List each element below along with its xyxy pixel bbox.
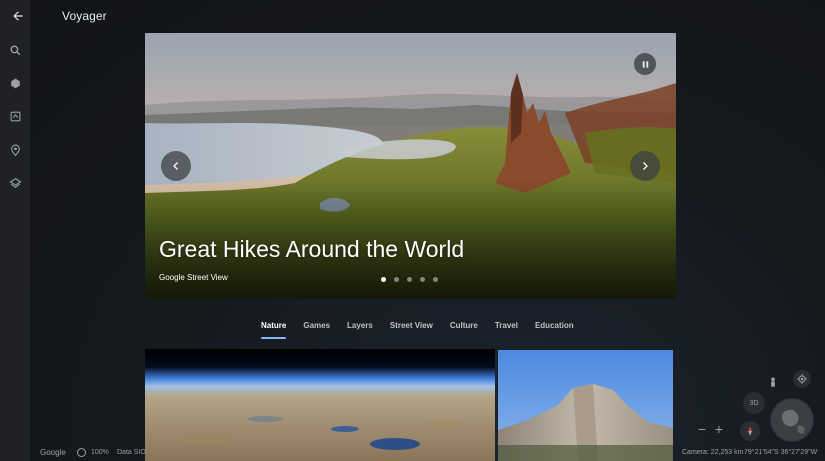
- search-icon[interactable]: [5, 40, 25, 60]
- category-tabs: Nature Games Layers Street View Culture Trave…: [255, 321, 585, 339]
- hero-subtitle: Google Street View: [159, 273, 228, 282]
- card-image: [498, 350, 673, 461]
- tab-street-view[interactable]: Street View: [384, 321, 439, 339]
- zoom-out-button[interactable]: −: [694, 421, 710, 437]
- carousel-dot[interactable]: [381, 277, 386, 282]
- card-earth-from-space[interactable]: [145, 349, 495, 461]
- tab-layers[interactable]: Layers: [341, 321, 379, 339]
- next-slide-button[interactable]: [630, 151, 660, 181]
- tab-culture[interactable]: Culture: [444, 321, 484, 339]
- data-attribution[interactable]: Data SIO: [117, 449, 146, 456]
- carousel-dot[interactable]: [394, 277, 399, 282]
- hero-title: Great Hikes Around the World: [159, 236, 465, 262]
- left-rail: [0, 0, 30, 461]
- camera-altitude: Camera: 22,253 km: [682, 449, 744, 456]
- previous-slide-button[interactable]: [161, 151, 191, 181]
- pause-icon[interactable]: [634, 53, 656, 75]
- load-percent: 100%: [91, 449, 109, 456]
- chevron-left-icon: [173, 162, 178, 170]
- carousel-dot[interactable]: [433, 277, 438, 282]
- tab-nature[interactable]: Nature: [255, 321, 292, 339]
- page-title: Voyager: [62, 9, 107, 23]
- zoom-in-button[interactable]: +: [711, 421, 727, 437]
- back-arrow-icon[interactable]: [8, 6, 28, 26]
- dice-icon[interactable]: [5, 73, 25, 93]
- tab-education[interactable]: Education: [529, 321, 580, 339]
- carousel-dot[interactable]: [420, 277, 425, 282]
- tab-travel[interactable]: Travel: [489, 321, 524, 339]
- header: Voyager: [0, 0, 825, 33]
- earth-app: Voyager Great Hikes Around the World Goo…: [0, 0, 825, 461]
- carousel-dot[interactable]: [407, 277, 412, 282]
- pegman-icon[interactable]: [765, 373, 781, 391]
- place-icon[interactable]: [5, 140, 25, 160]
- card-image: [145, 349, 495, 461]
- google-logo: Google: [40, 448, 66, 457]
- coordinates: 79°21'54"S 36°27'29"W: [744, 449, 818, 456]
- layers-icon[interactable]: [5, 173, 25, 193]
- card-el-capitan[interactable]: [498, 350, 673, 461]
- my-location-icon[interactable]: [793, 370, 811, 388]
- compass-icon[interactable]: [740, 421, 760, 441]
- voyager-icon[interactable]: [5, 106, 25, 126]
- tab-games[interactable]: Games: [297, 321, 336, 339]
- hero-carousel[interactable]: Great Hikes Around the World Google Stre…: [145, 33, 676, 299]
- mini-globe[interactable]: [770, 398, 814, 442]
- chevron-right-icon: [643, 162, 648, 170]
- carousel-dots: [381, 277, 438, 282]
- status-bar: Google 100% Data SIO Camera: 22,253 km 7…: [0, 446, 825, 461]
- loading-indicator-icon: [77, 448, 86, 457]
- 3d-toggle-button[interactable]: 3D: [743, 392, 765, 414]
